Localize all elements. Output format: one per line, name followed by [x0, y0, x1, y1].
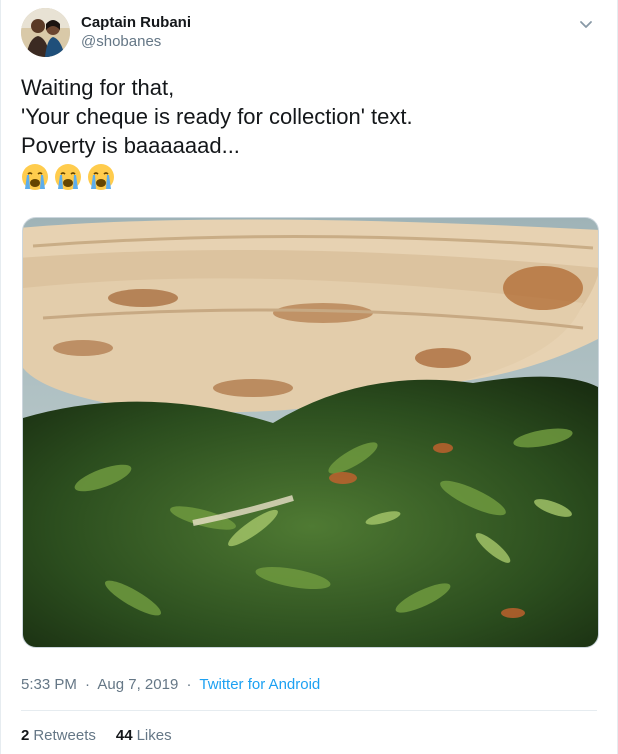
photo-chapati-and-greens-icon — [23, 218, 598, 647]
tweet-card: Captain Rubani @shobanes Waiting for tha… — [0, 0, 618, 754]
tweet-line: Poverty is baaaaaad... — [21, 133, 240, 158]
display-name[interactable]: Captain Rubani — [81, 14, 191, 32]
likes-stat[interactable]: 44 Likes — [116, 727, 172, 744]
crying-face-emoji-icon — [88, 164, 114, 190]
retweets-label: Retweets — [33, 727, 96, 744]
author-names[interactable]: Captain Rubani @shobanes — [81, 14, 191, 52]
tweet-time[interactable]: 5:33 PM — [21, 676, 77, 693]
tweet-line: Waiting for that, — [21, 75, 175, 100]
crying-face-emoji-icon — [22, 164, 48, 190]
tweet-source-link[interactable]: Twitter for Android — [199, 676, 320, 693]
emoji-row — [21, 163, 115, 191]
likes-count: 44 — [115, 727, 133, 744]
likes-label: Likes — [136, 727, 172, 744]
tweet-photo[interactable] — [22, 217, 599, 648]
tweet-meta: 5:33 PM · Aug 7, 2019 · Twitter for Andr… — [21, 676, 320, 693]
retweets-stat[interactable]: 2 Retweets — [21, 727, 96, 744]
crying-face-emoji-icon — [55, 164, 81, 190]
chevron-down-icon[interactable] — [575, 13, 597, 35]
tweet-text: Waiting for that, 'Your cheque is ready … — [21, 73, 581, 160]
tweet-line: 'Your cheque is ready for collection' te… — [21, 104, 413, 129]
separator: · — [186, 676, 192, 693]
separator: · — [85, 676, 91, 693]
tweet-date[interactable]: Aug 7, 2019 — [97, 676, 178, 693]
divider — [21, 710, 597, 711]
profile-photo-icon — [21, 8, 70, 57]
user-handle[interactable]: @shobanes — [81, 32, 191, 52]
retweets-count: 2 — [21, 727, 30, 744]
tweet-stats: 2 Retweets 44 Likes — [21, 727, 172, 744]
tweet-header: Captain Rubani @shobanes — [21, 8, 597, 60]
avatar[interactable] — [21, 8, 70, 57]
